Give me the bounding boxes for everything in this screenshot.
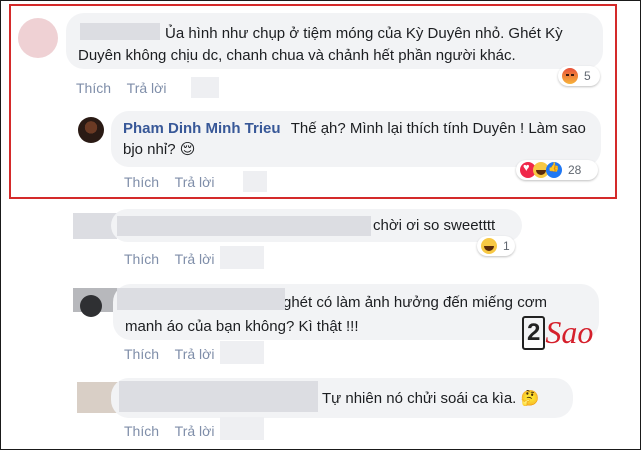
comment-actions: Thích Trả lời (76, 80, 178, 96)
comment-bubble: Ủa hình như chụp ở tiệm móng của Kỳ Duyê… (66, 13, 603, 69)
reply-actions: Thích Trả lời (124, 174, 226, 190)
reply-link[interactable]: Trả lời (175, 346, 215, 362)
avatar[interactable] (80, 295, 102, 317)
reaction-count: 1 (503, 239, 510, 253)
reaction-count: 28 (568, 163, 582, 177)
blurred-name (119, 381, 318, 412)
comment-actions: Thích Trả lời (124, 423, 226, 439)
blurred-name (117, 216, 371, 236)
comment-bubble: chời ơi so sweetttt (111, 209, 522, 242)
watermark-word: Sao (545, 314, 594, 350)
reaction-summary[interactable]: 28 (516, 160, 598, 180)
blurred-timestamp (191, 77, 219, 98)
comment-actions: Thích Trả lời (124, 346, 226, 362)
comment-actions: Thích Trả lời (124, 251, 226, 267)
reaction-summary[interactable]: 5 (558, 66, 600, 86)
reply-bubble: Pham Dinh Minh Trieu Thế ạh? Mình lại th… (111, 111, 601, 167)
comment-text: Tự nhiên nó chửi soái ca kìa. 🤔 (322, 390, 540, 407)
like-link[interactable]: Thích (124, 251, 159, 267)
blurred-timestamp (220, 417, 264, 440)
reaction-count: 5 (584, 69, 591, 83)
watermark-digit: 2 (522, 315, 546, 350)
comment-text: chời ơi so sweetttt (373, 217, 496, 234)
like-link[interactable]: Thích (76, 80, 111, 96)
haha-icon (481, 238, 497, 254)
blurred-name (80, 23, 160, 40)
blurred-name (117, 288, 285, 310)
reply-link[interactable]: Trả lời (127, 80, 167, 96)
reply-author[interactable]: Pham Dinh Minh Trieu (123, 120, 281, 137)
angry-icon (562, 68, 578, 84)
reply-link[interactable]: Trả lời (175, 251, 215, 267)
reaction-summary[interactable]: 1 (477, 236, 515, 256)
avatar[interactable] (78, 117, 104, 143)
reply-link[interactable]: Trả lời (175, 174, 215, 190)
reply-link[interactable]: Trả lời (175, 423, 215, 439)
like-link[interactable]: Thích (124, 346, 159, 362)
like-icon (546, 162, 562, 178)
like-link[interactable]: Thích (124, 174, 159, 190)
blurred-timestamp (220, 246, 264, 269)
watermark-logo: 2 Sao (522, 314, 593, 351)
avatar[interactable] (18, 18, 58, 58)
blurred-timestamp (243, 171, 267, 192)
comment-bubble: Tự nhiên nó chửi soái ca kìa. 🤔 (111, 378, 573, 418)
like-link[interactable]: Thích (124, 423, 159, 439)
blurred-timestamp (220, 341, 264, 364)
